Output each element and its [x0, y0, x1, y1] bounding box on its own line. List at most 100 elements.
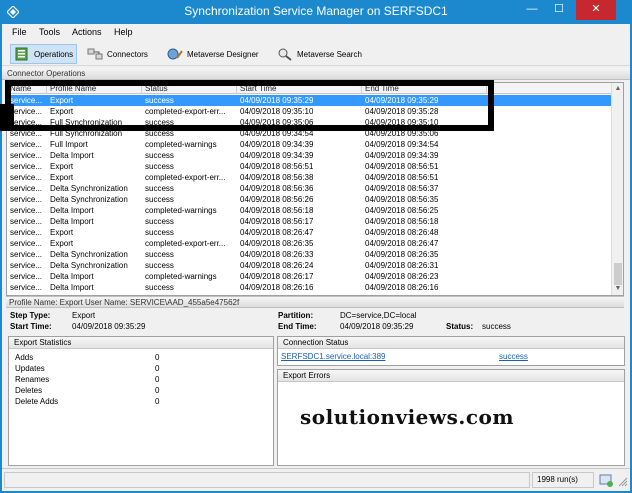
cell-status: completed-warnings — [145, 206, 217, 215]
cell-profile-name: Export — [50, 162, 74, 171]
cell-end-time: 04/09/2018 08:56:51 — [365, 162, 439, 171]
metaverse-designer-button[interactable]: Metaverse Designer — [164, 44, 262, 64]
metaverse-designer-label: Metaverse Designer — [187, 49, 259, 59]
operation-row[interactable]: service... Delta Synchronization success 04… — [7, 249, 612, 260]
cell-end-time: 04/09/2018 08:26:23 — [365, 272, 439, 281]
scroll-thumb[interactable] — [614, 263, 622, 285]
cell-status: completed-export-err... — [145, 173, 226, 182]
operation-row[interactable]: service... Delta Synchronization success 04… — [7, 194, 612, 205]
connectors-label: Connectors — [107, 49, 148, 59]
highlight-annotation-tab — [0, 104, 14, 131]
resize-grip-icon[interactable] — [618, 477, 628, 487]
maximize-button[interactable]: ☐ — [547, 0, 571, 20]
operation-row[interactable]: service... Full Synchronization success 04/… — [7, 128, 612, 139]
operation-row[interactable]: service... Full Import completed-warnings 0… — [7, 139, 612, 150]
cell-status: success — [145, 162, 174, 171]
cell-name: service... — [10, 272, 43, 281]
cell-name: service... — [10, 184, 43, 193]
connection-server-link[interactable]: SERFSDC1.service.local:389 — [281, 352, 385, 361]
operation-row[interactable]: service... Delta Synchronization success 04… — [7, 183, 612, 194]
menu-tools[interactable]: Tools — [39, 27, 60, 37]
column-start-time[interactable]: Start Time — [237, 84, 362, 94]
cell-name: service... — [10, 283, 43, 292]
scroll-up-icon[interactable]: ▲ — [614, 85, 622, 93]
column-status[interactable]: Status — [142, 84, 237, 94]
stat-row: Updates 0 — [15, 363, 275, 374]
operation-row[interactable]: service... Export completed-export-err... 0… — [7, 106, 612, 117]
operation-row[interactable]: service... Delta Import success 04/09/2018 … — [7, 282, 612, 293]
operation-row[interactable]: service... Export success 04/09/2018 08:56:… — [7, 161, 612, 172]
operations-button[interactable]: Operations — [10, 44, 78, 64]
cell-profile-name: Delta Synchronization — [50, 184, 128, 193]
cell-start-time: 04/09/2018 09:34:39 — [240, 151, 314, 160]
scroll-down-icon[interactable]: ▼ — [614, 285, 622, 293]
cell-profile-name: Full Synchronization — [50, 118, 123, 127]
column-end-time[interactable]: End Time — [362, 84, 487, 94]
cell-status: completed-warnings — [145, 140, 217, 149]
stat-label: Updates — [15, 364, 45, 373]
connector-operations-list[interactable]: Name Profile Name Status Start Time End … — [6, 82, 624, 296]
metaverse-search-label: Metaverse Search — [297, 49, 362, 59]
cell-profile-name: Full Synchronization — [50, 129, 123, 138]
partition-value: DC=service,DC=local — [340, 311, 417, 320]
operation-row[interactable]: service... Full Synchronization success 04/… — [7, 117, 612, 128]
operation-row[interactable]: service... Export success 04/09/2018 09:35:… — [7, 95, 612, 106]
cell-end-time: 04/09/2018 09:35:10 — [365, 118, 439, 127]
connector-operations-header: Connector Operations — [2, 68, 630, 80]
operation-row[interactable]: service... Export success 04/09/2018 08:26:… — [7, 227, 612, 238]
cell-profile-name: Export — [50, 173, 74, 182]
connection-result-link[interactable]: success — [499, 352, 528, 361]
column-profile-name[interactable]: Profile Name — [47, 84, 142, 94]
cell-name: service... — [10, 140, 43, 149]
cell-status: completed-export-err... — [145, 239, 226, 248]
menu-bar: File Tools Actions Help — [2, 24, 630, 42]
cell-end-time: 04/09/2018 08:26:35 — [365, 250, 439, 259]
connectors-icon — [87, 48, 103, 60]
column-name[interactable]: Name — [7, 84, 47, 94]
operation-row[interactable]: service... Delta Import completed-warnings… — [7, 271, 612, 282]
operation-row[interactable]: service... Delta Import success 04/09/2018 … — [7, 150, 612, 161]
operation-row[interactable]: service... Delta Import success 04/09/2018 … — [7, 216, 612, 227]
toolbar: Operations Connectors Metaverse Designer… — [2, 42, 630, 66]
cell-end-time: 04/09/2018 08:26:47 — [365, 239, 439, 248]
connectors-button[interactable]: Connectors — [84, 44, 151, 64]
metaverse-search-icon — [278, 48, 292, 61]
list-header: Name Profile Name Status Start Time End … — [7, 83, 612, 94]
vertical-scrollbar[interactable]: ▲ ▼ — [611, 83, 623, 295]
stat-row: Renames 0 — [15, 374, 275, 385]
minimize-button[interactable]: — — [520, 0, 544, 20]
close-button[interactable]: ✕ — [576, 0, 616, 20]
stat-value: 0 — [155, 375, 160, 384]
cell-status: success — [145, 217, 174, 226]
cell-start-time: 04/09/2018 08:56:18 — [240, 206, 314, 215]
cell-start-time: 04/09/2018 09:35:10 — [240, 107, 314, 116]
menu-file[interactable]: File — [12, 27, 27, 37]
stat-row: Adds 0 — [15, 352, 275, 363]
operation-row[interactable]: service... Export completed-export-err... 0… — [7, 172, 612, 183]
cell-start-time: 04/09/2018 08:26:33 — [240, 250, 314, 259]
metaverse-search-button[interactable]: Metaverse Search — [274, 44, 365, 64]
cell-name: service... — [10, 250, 43, 259]
operation-row[interactable]: service... Delta Import completed-warnings… — [7, 205, 612, 216]
operation-row[interactable]: service... Export completed-export-err... 0… — [7, 238, 612, 249]
menu-help[interactable]: Help — [114, 27, 133, 37]
menu-actions[interactable]: Actions — [72, 27, 102, 37]
cell-name: service... — [10, 217, 43, 226]
cell-status: success — [145, 228, 174, 237]
cell-profile-name: Export — [50, 228, 74, 237]
cell-name: service... — [10, 129, 43, 138]
cell-name: service... — [10, 228, 43, 237]
cell-end-time: 04/09/2018 09:35:06 — [365, 129, 439, 138]
connection-status-header: Connection Status — [278, 337, 624, 349]
cell-profile-name: Export — [50, 239, 74, 248]
cell-start-time: 04/09/2018 08:56:38 — [240, 173, 314, 182]
cell-profile-name: Delta Import — [50, 283, 94, 292]
profile-info-bar: Profile Name: Export User Name: SERVICE\… — [6, 296, 624, 308]
export-errors-header: Export Errors — [278, 370, 624, 382]
operation-row[interactable]: service... Delta Synchronization success 04… — [7, 260, 612, 271]
cell-status: success — [145, 151, 174, 160]
cell-name: service... — [10, 118, 43, 127]
stat-value: 0 — [155, 386, 160, 395]
cell-profile-name: Full Import — [50, 140, 88, 149]
cell-end-time: 04/09/2018 08:56:37 — [365, 184, 439, 193]
